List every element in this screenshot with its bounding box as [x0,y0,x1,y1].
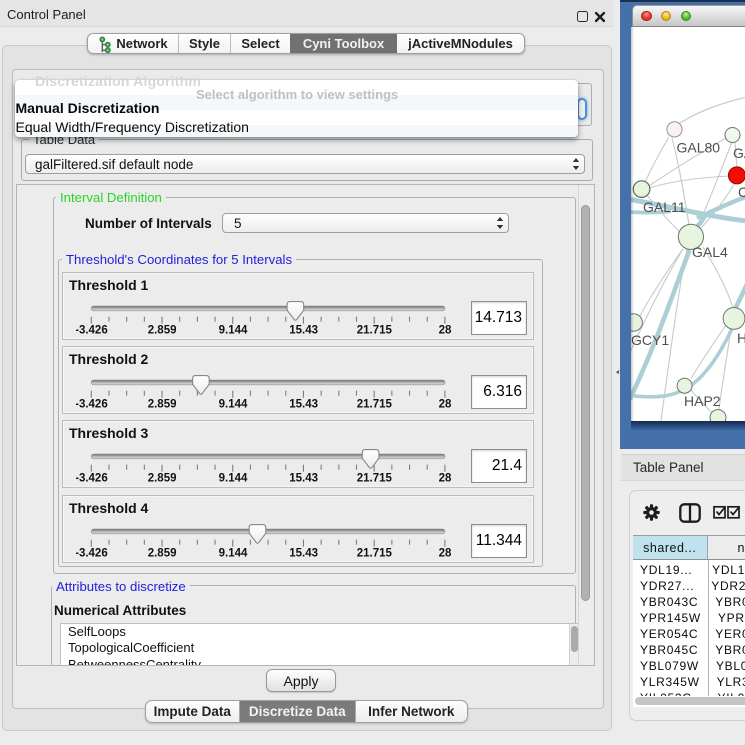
svg-text:C: C [738,184,745,200]
svg-text:21.715: 21.715 [357,325,393,337]
svg-text:GAL4: GAL4 [692,244,728,260]
svg-text:15.43: 15.43 [289,399,318,411]
svg-text:GA: GA [733,145,745,161]
svg-text:2.859: 2.859 [148,548,177,560]
svg-text:28: 28 [439,399,452,411]
svg-text:21.715: 21.715 [357,399,393,411]
svg-text:2.859: 2.859 [148,399,177,411]
svg-text:9.144: 9.144 [219,399,248,411]
svg-text:2.859: 2.859 [148,325,177,337]
svg-text:28: 28 [439,325,452,337]
svg-text:GAL80: GAL80 [677,140,721,156]
svg-text:-3.426: -3.426 [76,325,108,337]
svg-text:21.715: 21.715 [357,548,393,560]
svg-text:9.144: 9.144 [219,473,248,485]
svg-text:15.43: 15.43 [289,325,318,337]
svg-text:15.43: 15.43 [289,548,318,560]
svg-text:9.144: 9.144 [219,325,248,337]
svg-text:28: 28 [439,473,452,485]
svg-text:GCY1: GCY1 [631,332,669,348]
svg-text:H: H [737,330,745,346]
svg-text:9.144: 9.144 [219,548,248,560]
svg-text:28: 28 [439,548,452,560]
svg-text:2.859: 2.859 [148,473,177,485]
svg-text:GAL11: GAL11 [643,199,686,215]
svg-text:HAP2: HAP2 [684,393,721,409]
svg-text:-3.426: -3.426 [76,473,108,485]
svg-text:15.43: 15.43 [289,473,318,485]
svg-text:-3.426: -3.426 [76,399,108,411]
svg-text:-3.426: -3.426 [76,548,108,560]
svg-text:21.715: 21.715 [357,473,393,485]
